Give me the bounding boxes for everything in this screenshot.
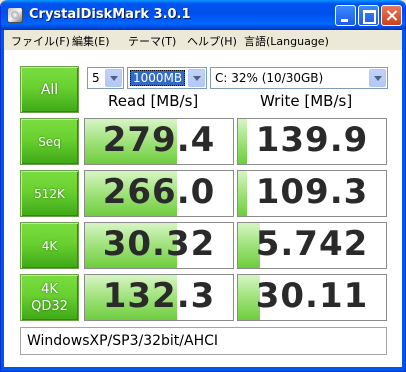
result-value: 30.32 xyxy=(102,224,216,264)
menu-theme[interactable]: テーマ(T) xyxy=(128,33,176,49)
write-header: Write [MB/s] xyxy=(260,92,353,110)
512k-read-result: 266.0 xyxy=(84,170,234,217)
4k-button[interactable]: 4K xyxy=(20,222,79,269)
result-value: 132.3 xyxy=(102,276,216,316)
minimize-button[interactable] xyxy=(335,5,356,26)
all-button[interactable]: All xyxy=(20,66,79,113)
menu-edit[interactable]: 編集(E) xyxy=(72,33,110,49)
maximize-button[interactable] xyxy=(358,5,379,26)
4k-qd32-button[interactable]: 4K QD32 xyxy=(20,274,79,321)
seq-write-result: 139.9 xyxy=(237,118,387,165)
4k-read-result: 30.32 xyxy=(84,222,234,269)
title-bar[interactable]: CrystalDiskMark 3.0.1 xyxy=(1,0,405,30)
result-value: 109.3 xyxy=(255,172,369,212)
result-value: 5.742 xyxy=(255,224,369,264)
4k-write-result: 5.742 xyxy=(237,222,387,269)
chevron-down-icon[interactable] xyxy=(188,69,205,87)
4k-qd32-read-result: 132.3 xyxy=(84,274,234,321)
result-value: 279.4 xyxy=(102,120,216,160)
window-title: CrystalDiskMark 3.0.1 xyxy=(29,7,191,22)
512k-write-result: 109.3 xyxy=(237,170,387,217)
512k-button[interactable]: 512K xyxy=(20,170,79,217)
window-frame-bottom xyxy=(1,367,405,371)
result-value: 30.11 xyxy=(255,276,369,316)
seq-read-result: 279.4 xyxy=(84,118,234,165)
test-count-select[interactable]: 5 xyxy=(87,67,124,89)
read-header: Read [MB/s] xyxy=(108,92,199,110)
comment-field[interactable]: WindowsXP/SP3/32bit/AHCI xyxy=(20,327,387,355)
app-icon xyxy=(7,7,23,23)
drive-value: C: 32% (10/30GB) xyxy=(215,71,324,85)
chevron-down-icon[interactable] xyxy=(369,69,386,87)
4k-qd32-write-result: 30.11 xyxy=(237,274,387,321)
result-value: 139.9 xyxy=(255,120,369,160)
result-value: 266.0 xyxy=(102,172,216,212)
menu-file[interactable]: ファイル(F) xyxy=(11,33,70,49)
menu-language[interactable]: 言語(Language) xyxy=(244,33,329,49)
drive-select[interactable]: C: 32% (10/30GB) xyxy=(210,67,388,89)
menu-help[interactable]: ヘルプ(H) xyxy=(187,33,237,49)
menu-bar: ファイル(F) 編集(E) テーマ(T) ヘルプ(H) 言語(Language) xyxy=(4,30,404,50)
main-panel: All 5 1000MB C: 32% (10/30GB) Read [MB/s… xyxy=(4,50,404,368)
test-count-value: 5 xyxy=(92,71,100,85)
close-button[interactable] xyxy=(381,5,402,26)
4k-qd32-label-line1: 4K xyxy=(41,281,58,297)
4k-qd32-label-line2: QD32 xyxy=(31,298,68,314)
seq-button[interactable]: Seq xyxy=(20,118,79,165)
test-size-select[interactable]: 1000MB xyxy=(127,67,207,89)
chevron-down-icon[interactable] xyxy=(105,69,122,87)
test-size-value: 1000MB xyxy=(130,70,186,86)
comment-value: WindowsXP/SP3/32bit/AHCI xyxy=(27,333,219,349)
app-window: CrystalDiskMark 3.0.1 ファイル(F) 編集(E) テーマ(… xyxy=(0,0,406,372)
